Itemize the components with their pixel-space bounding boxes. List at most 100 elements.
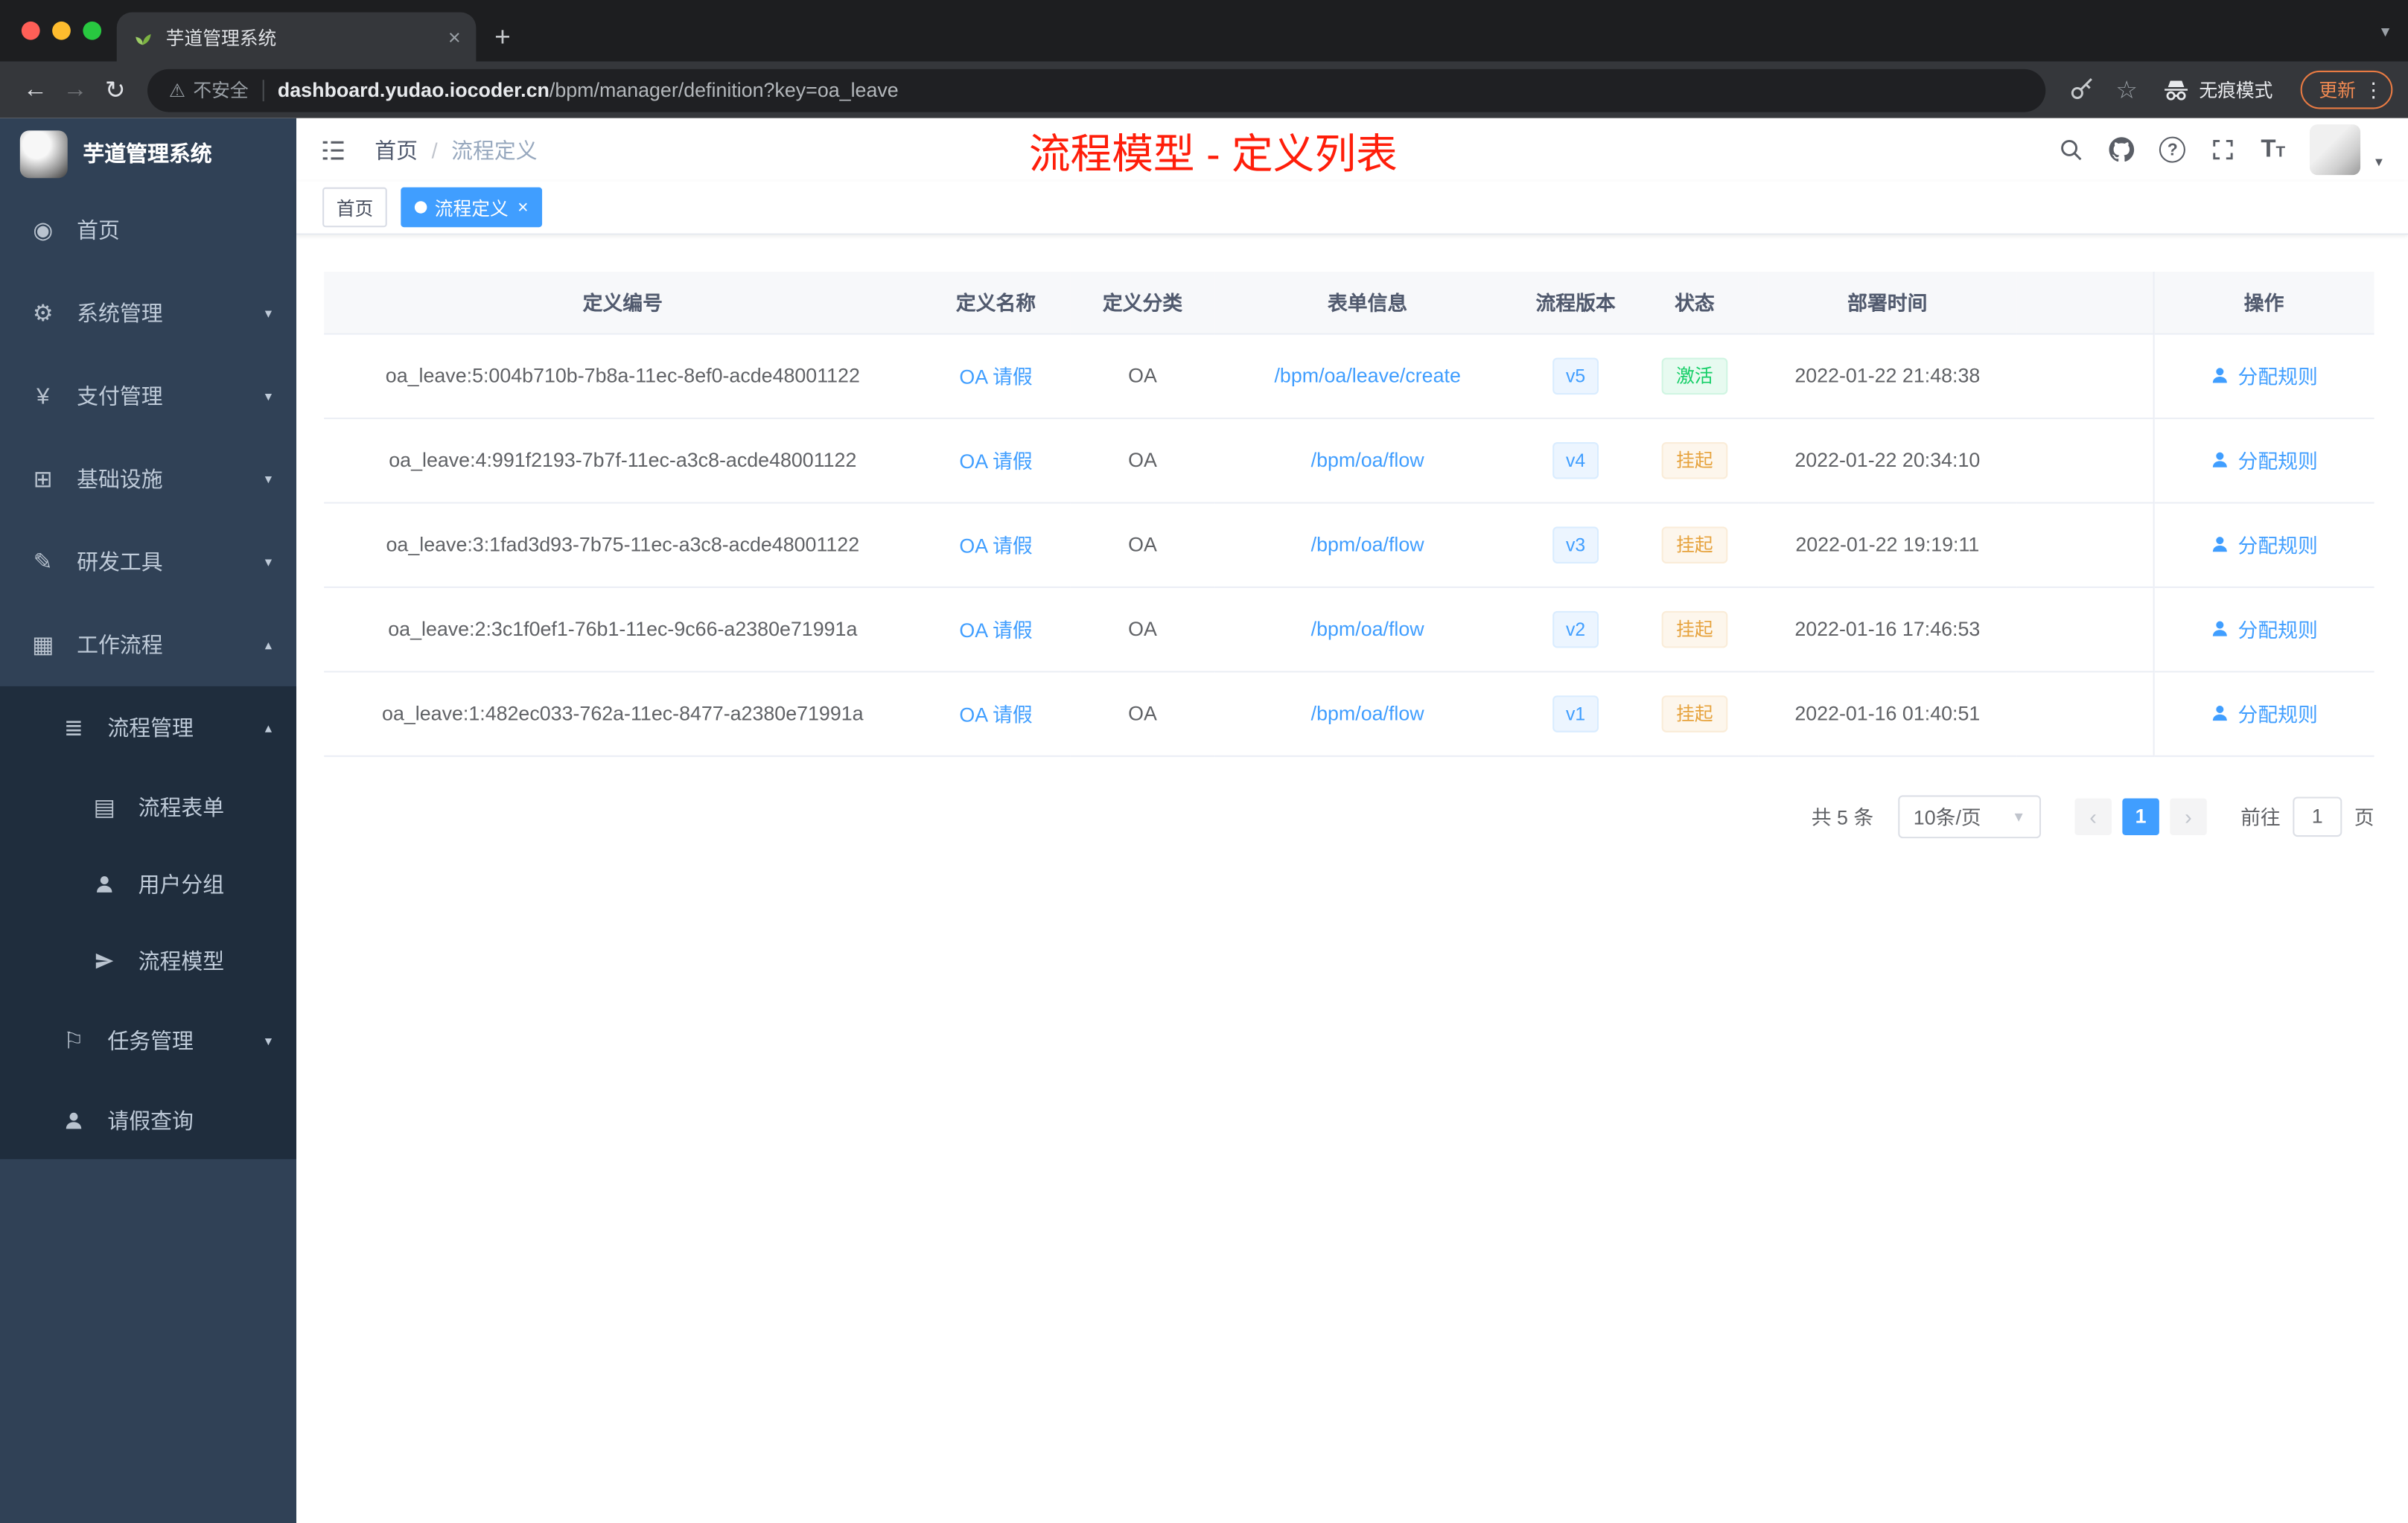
omnibox-divider bbox=[262, 79, 264, 101]
prev-page-button[interactable]: ‹ bbox=[2074, 797, 2112, 834]
user-icon bbox=[2213, 537, 2228, 552]
assign-rule-link[interactable]: 分配规则 bbox=[2210, 614, 2318, 643]
back-button[interactable]: ← bbox=[16, 76, 56, 103]
breadcrumb-current: 流程定义 bbox=[451, 137, 538, 162]
sidebar-item-label: 流程模型 bbox=[138, 948, 225, 974]
tab-close-icon[interactable]: × bbox=[448, 26, 461, 48]
sidebar-item-workflow[interactable]: ▦ 工作流程 ▴ bbox=[0, 604, 296, 686]
sidebar-item-process-mgmt[interactable]: ≣ 流程管理 ▴ bbox=[0, 686, 296, 769]
github-icon[interactable] bbox=[2109, 137, 2135, 163]
page-header: 首页 / 流程定义 流程模型 - 定义列表 ? TT ▼ bbox=[296, 118, 2408, 182]
sidebar-item-payment[interactable]: ¥ 支付管理 ▾ bbox=[0, 354, 296, 437]
page-size-select[interactable]: 10条/页 ▼ bbox=[1898, 794, 2041, 838]
definition-category: OA bbox=[1128, 532, 1157, 556]
update-button[interactable]: 更新 ⋮ bbox=[2300, 70, 2393, 109]
sidebar-item-label: 流程表单 bbox=[138, 795, 225, 820]
password-key-icon[interactable] bbox=[2068, 77, 2094, 103]
definition-name-link[interactable]: OA 请假 bbox=[959, 619, 1032, 642]
url-path: /bpm/manager/definition?key=oa_leave bbox=[549, 78, 899, 102]
new-tab-button[interactable]: + bbox=[494, 23, 511, 51]
definition-id: oa_leave:4:991f2193-7b7f-11ec-a3c8-acde4… bbox=[389, 448, 857, 472]
spacer-cell bbox=[2016, 418, 2153, 503]
definition-name-link[interactable]: OA 请假 bbox=[959, 703, 1032, 727]
definition-id: oa_leave:2:3c1f0ef1-76b1-11ec-9c66-a2380… bbox=[388, 617, 858, 641]
minimize-window-button[interactable] bbox=[52, 21, 71, 40]
sidebar-item-process-model[interactable]: 流程模型 bbox=[0, 923, 296, 1000]
send-icon bbox=[89, 951, 120, 972]
goto-page-input[interactable] bbox=[2293, 796, 2342, 837]
assign-rule-link[interactable]: 分配规则 bbox=[2210, 361, 2318, 390]
url-domain: dashboard.yudao.iocoder.cn bbox=[277, 78, 550, 102]
avatar-caret-icon[interactable]: ▼ bbox=[2373, 155, 2385, 169]
tab-favicon-icon bbox=[136, 33, 151, 45]
pagination: 共 5 条 10条/页 ▼ ‹ 1 › 前往 页 bbox=[324, 794, 2374, 838]
version-tag: v3 bbox=[1552, 526, 1599, 563]
version-tag: v4 bbox=[1552, 441, 1599, 479]
more-menu-icon[interactable]: ⋮ bbox=[2363, 77, 2383, 102]
col-deploy-time: 部署时间 bbox=[1758, 272, 2017, 334]
bookmark-star-icon[interactable]: ☆ bbox=[2115, 74, 2138, 105]
tag-close-icon[interactable]: × bbox=[517, 198, 528, 217]
dashboard-icon: ◉ bbox=[33, 217, 54, 244]
sidebar-item-process-form[interactable]: ▤ 流程表单 bbox=[0, 769, 296, 846]
sidebar-toggle-icon[interactable] bbox=[319, 136, 347, 164]
search-icon[interactable] bbox=[2058, 137, 2084, 163]
sidebar-item-task-mgmt[interactable]: ⚐ 任务管理 ▾ bbox=[0, 1000, 296, 1082]
incognito-badge: 无痕模式 bbox=[2162, 76, 2273, 103]
spacer-cell bbox=[2016, 671, 2153, 756]
sidebar-item-leave-query[interactable]: 请假查询 bbox=[0, 1082, 296, 1159]
browser-window: 芋道管理系统 × + ▾ ← → ↻ ⚠ 不安全 dashboard.yudao… bbox=[0, 0, 2408, 1523]
app-title: 芋道管理系统 bbox=[83, 141, 212, 166]
next-page-button[interactable]: › bbox=[2170, 797, 2207, 834]
fullscreen-icon[interactable] bbox=[2210, 137, 2236, 163]
assign-rule-link[interactable]: 分配规则 bbox=[2210, 530, 2318, 559]
form-info-link[interactable]: /bpm/oa/flow bbox=[1311, 533, 1424, 556]
form-info-link[interactable]: /bpm/oa/flow bbox=[1311, 702, 1424, 725]
col-status: 状态 bbox=[1631, 272, 1759, 334]
form-info-link[interactable]: /bpm/oa/leave/create bbox=[1274, 364, 1460, 387]
sidebar-item-user-group[interactable]: 用户分组 bbox=[0, 846, 296, 922]
chevron-up-icon: ▴ bbox=[264, 636, 273, 652]
version-tag: v1 bbox=[1552, 695, 1599, 732]
page-number-button[interactable]: 1 bbox=[2122, 797, 2159, 834]
browser-toolbar: ← → ↻ ⚠ 不安全 dashboard.yudao.iocoder.cn/b… bbox=[0, 61, 2408, 118]
reload-button[interactable]: ↻ bbox=[95, 74, 136, 105]
sidebar-item-dev-tools[interactable]: ✎ 研发工具 ▾ bbox=[0, 520, 296, 603]
definition-name-link[interactable]: OA 请假 bbox=[959, 365, 1032, 389]
tag-home[interactable]: 首页 bbox=[322, 187, 387, 228]
definition-name-link[interactable]: OA 请假 bbox=[959, 450, 1032, 473]
incognito-label: 无痕模式 bbox=[2199, 80, 2273, 102]
forward-button[interactable]: → bbox=[55, 76, 95, 103]
sidebar-item-system[interactable]: ⚙ 系统管理 ▾ bbox=[0, 272, 296, 354]
app-logo[interactable]: 芋道管理系统 bbox=[0, 118, 296, 189]
help-icon[interactable]: ? bbox=[2159, 136, 2186, 163]
definition-name-link[interactable]: OA 请假 bbox=[959, 534, 1032, 558]
assign-rule-label: 分配规则 bbox=[2237, 619, 2318, 642]
total-count: 共 5 条 bbox=[1811, 805, 1874, 829]
tag-process-definition[interactable]: 流程定义 × bbox=[401, 187, 543, 228]
address-bar[interactable]: ⚠ 不安全 dashboard.yudao.iocoder.cn/bpm/man… bbox=[147, 68, 2045, 112]
col-process-version: 流程版本 bbox=[1520, 272, 1631, 334]
assign-rule-label: 分配规则 bbox=[2237, 450, 2318, 473]
user-icon bbox=[58, 1110, 89, 1131]
window-controls bbox=[21, 21, 102, 40]
tab-search-chevron-icon[interactable]: ▾ bbox=[2381, 22, 2389, 42]
assign-rule-label: 分配规则 bbox=[2237, 365, 2318, 389]
zoom-window-button[interactable] bbox=[83, 21, 102, 40]
sidebar-item-home[interactable]: ◉ 首页 bbox=[0, 189, 296, 272]
breadcrumb: 首页 / 流程定义 bbox=[375, 134, 537, 165]
sidebar-item-infrastructure[interactable]: ⊞ 基础设施 ▾ bbox=[0, 438, 296, 520]
breadcrumb-home[interactable]: 首页 bbox=[375, 134, 418, 165]
close-window-button[interactable] bbox=[21, 21, 40, 40]
avatar[interactable] bbox=[2310, 124, 2361, 176]
assign-rule-link[interactable]: 分配规则 bbox=[2210, 698, 2318, 727]
browser-tab[interactable]: 芋道管理系统 × bbox=[116, 12, 477, 62]
font-size-icon[interactable]: TT bbox=[2261, 137, 2285, 162]
form-info-link[interactable]: /bpm/oa/flow bbox=[1311, 448, 1424, 471]
security-label[interactable]: 不安全 bbox=[193, 77, 248, 103]
user-icon bbox=[2213, 368, 2228, 383]
assign-rule-link[interactable]: 分配规则 bbox=[2210, 445, 2318, 474]
chevron-up-icon: ▴ bbox=[264, 719, 273, 735]
form-info-link[interactable]: /bpm/oa/flow bbox=[1311, 617, 1424, 640]
deploy-time: 2022-01-16 01:40:51 bbox=[1794, 701, 1981, 725]
